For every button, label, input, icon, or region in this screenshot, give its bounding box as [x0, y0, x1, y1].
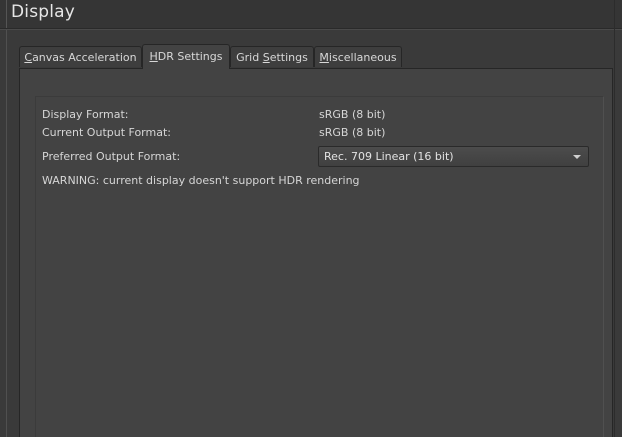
display-format-value: sRGB (8 bit): [319, 108, 386, 121]
tab-label-rest: iscellaneous: [328, 51, 397, 64]
left-edge-line: [6, 30, 7, 437]
tab-grid-settings[interactable]: Grid Settings: [230, 46, 314, 67]
tab-label-rest: anvas Acceleration: [32, 51, 137, 64]
display-format-label: Display Format:: [42, 108, 129, 121]
current-output-format-label: Current Output Format:: [42, 126, 171, 139]
preferred-output-format-value: Rec. 709 Linear (16 bit): [324, 150, 454, 163]
preferred-output-format-select[interactable]: Rec. 709 Linear (16 bit): [318, 146, 589, 167]
tab-mnemonic: S: [262, 51, 270, 64]
chevron-down-icon: [573, 155, 581, 159]
preferred-output-format-label: Preferred Output Format:: [42, 150, 181, 163]
tab-label-rest: DR Settings: [157, 50, 223, 63]
tab-miscellaneous[interactable]: Miscellaneous: [314, 46, 402, 67]
right-edge-line: [614, 0, 615, 437]
tab-label-prefix: Grid: [236, 51, 263, 64]
tab-hdr-settings[interactable]: HDR Settings: [142, 44, 230, 69]
display-settings-page: Display Canvas Acceleration HDR Settings…: [0, 0, 622, 437]
page-title: Display: [11, 2, 76, 22]
tab-mnemonic: C: [24, 51, 33, 64]
tab-mnemonic: M: [319, 51, 329, 64]
tab-mnemonic: H: [149, 50, 158, 63]
tab-canvas-acceleration[interactable]: Canvas Acceleration: [19, 46, 142, 67]
header-divider: [0, 29, 622, 30]
tab-label-rest: ettings: [269, 51, 308, 64]
header-accent: [6, 0, 7, 28]
current-output-format-value: sRGB (8 bit): [319, 126, 386, 139]
hdr-settings-panel: [19, 68, 613, 437]
page-header: Display: [0, 0, 622, 29]
hdr-warning-text: WARNING: current display doesn't support…: [42, 174, 360, 187]
